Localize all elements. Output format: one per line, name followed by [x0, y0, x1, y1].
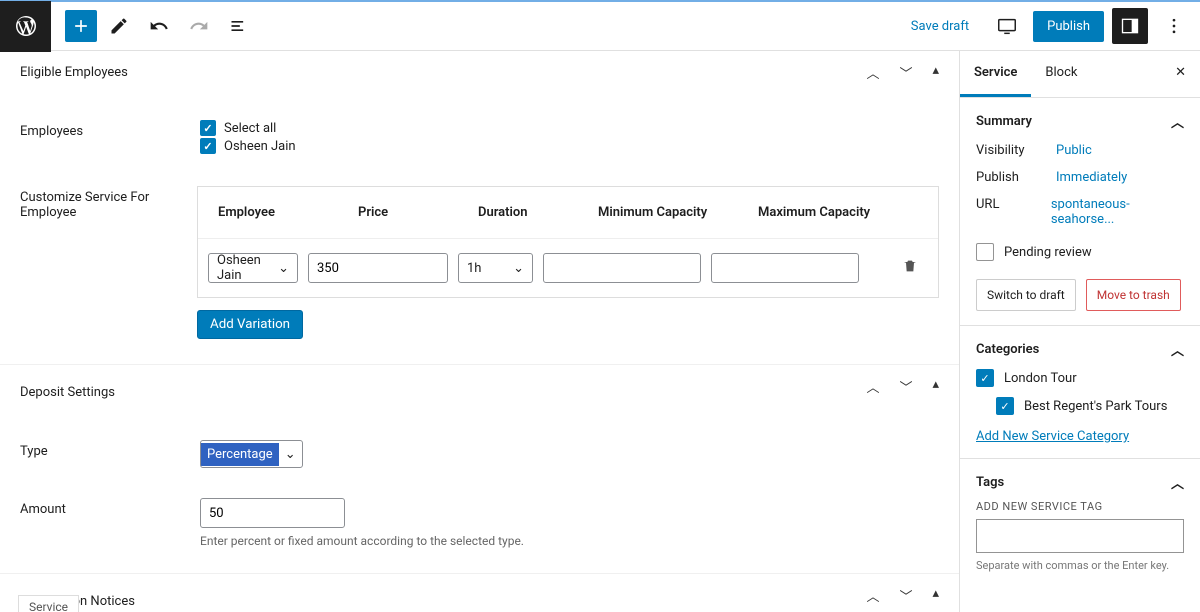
url-label: URL — [976, 197, 1051, 227]
chevron-down-icon: ⌄ — [278, 261, 289, 276]
panel-tags[interactable]: Tags︿ — [976, 473, 1184, 492]
chevron-up-icon: ︿ — [1171, 112, 1184, 131]
trash-icon[interactable] — [902, 258, 918, 278]
publish-label: Publish — [976, 170, 1056, 185]
add-category-link[interactable]: Add New Service Category — [976, 429, 1129, 444]
tab-block[interactable]: Block — [1031, 51, 1091, 97]
chevron-down-icon[interactable]: ﹀ — [899, 377, 912, 396]
category-checkbox[interactable]: ✓London Tour — [976, 369, 1184, 387]
type-select[interactable]: Percentage ⌄ — [200, 440, 303, 468]
add-tag-label: ADD NEW SERVICE TAG — [976, 500, 1184, 513]
edit-icon[interactable] — [101, 8, 137, 44]
triangle-up-icon[interactable]: ▴ — [932, 586, 939, 605]
switch-to-draft-button[interactable]: Switch to draft — [976, 279, 1076, 311]
table-row: Osheen Jain⌄ 1h⌄ — [198, 239, 938, 297]
min-capacity-input[interactable] — [543, 253, 701, 283]
list-view-icon[interactable] — [221, 8, 257, 44]
redo-icon — [181, 8, 217, 44]
select-all-checkbox[interactable]: Select all — [200, 120, 939, 136]
category-checkbox[interactable]: ✓Best Regent's Park Tours — [996, 397, 1184, 415]
add-variation-button[interactable]: Add Variation — [197, 310, 303, 339]
section-eligible-employees: Eligible Employees — [20, 55, 939, 90]
tab-service[interactable]: Service — [960, 51, 1031, 97]
bottom-service-tab[interactable]: Service — [18, 595, 79, 612]
add-block-button[interactable] — [65, 10, 97, 42]
undo-icon[interactable] — [141, 8, 177, 44]
triangle-up-icon[interactable]: ▴ — [932, 377, 939, 396]
chevron-down-icon[interactable]: ﹀ — [899, 586, 912, 605]
triangle-up-icon[interactable]: ▴ — [932, 63, 939, 82]
amount-label: Amount — [20, 498, 200, 517]
tag-input[interactable] — [976, 519, 1184, 553]
type-label: Type — [20, 440, 200, 459]
settings-sidebar: Service Block ✕ Summary︿ VisibilityPubli… — [959, 51, 1200, 612]
price-input[interactable] — [308, 253, 448, 283]
col-price: Price — [358, 205, 478, 220]
col-duration: Duration — [478, 205, 598, 220]
section-deposit-settings: Deposit Settings — [20, 375, 939, 410]
customize-label: Customize Service For Employee — [20, 186, 197, 220]
tag-hint: Separate with commas or the Enter key. — [976, 559, 1184, 572]
preview-icon[interactable] — [989, 8, 1025, 44]
panel-summary[interactable]: Summary︿ — [976, 112, 1184, 131]
employees-label: Employees — [20, 120, 200, 139]
visibility-label: Visibility — [976, 143, 1056, 158]
chevron-up-icon[interactable]: ︿ — [866, 63, 879, 82]
chevron-down-icon: ⌄ — [279, 447, 302, 462]
col-min-capacity: Minimum Capacity — [598, 205, 758, 220]
visibility-value[interactable]: Public — [1056, 143, 1092, 158]
chevron-up-icon: ︿ — [1171, 473, 1184, 492]
move-to-trash-button[interactable]: Move to trash — [1086, 279, 1181, 311]
chevron-down-icon: ⌄ — [513, 261, 524, 276]
panel-categories[interactable]: Categories︿ — [976, 340, 1184, 359]
pending-review-checkbox[interactable]: Pending review — [976, 243, 1184, 261]
wp-logo[interactable] — [0, 1, 51, 52]
chevron-down-icon[interactable]: ﹀ — [899, 63, 912, 82]
publish-value[interactable]: Immediately — [1056, 170, 1127, 185]
col-max-capacity: Maximum Capacity — [758, 205, 918, 220]
duration-select[interactable]: 1h⌄ — [458, 253, 533, 283]
amount-input[interactable] — [200, 498, 345, 528]
url-value[interactable]: spontaneous-seahorse... — [1051, 197, 1184, 227]
chevron-up-icon: ︿ — [1171, 340, 1184, 359]
employee-select[interactable]: Osheen Jain⌄ — [208, 253, 298, 283]
save-draft-button[interactable]: Save draft — [899, 13, 981, 40]
publish-button[interactable]: Publish — [1033, 11, 1104, 42]
top-toolbar: Save draft Publish — [0, 0, 1200, 51]
more-options-icon[interactable] — [1156, 8, 1192, 44]
sidebar-toggle-icon[interactable] — [1112, 8, 1148, 44]
chevron-up-icon[interactable]: ︿ — [866, 377, 879, 396]
max-capacity-input[interactable] — [711, 253, 859, 283]
close-icon[interactable]: ✕ — [1161, 51, 1200, 97]
editor-area: Eligible Employees ︿ ﹀ ▴ Employees Selec… — [0, 51, 959, 612]
chevron-up-icon[interactable]: ︿ — [866, 586, 879, 605]
employee-checkbox[interactable]: Osheen Jain — [200, 138, 939, 154]
amount-hint: Enter percent or fixed amount according … — [200, 534, 939, 548]
employee-table: Employee Price Duration Minimum Capacity… — [197, 186, 939, 298]
section-notifications: Notification Notices — [20, 584, 939, 612]
col-employee: Employee — [218, 205, 358, 220]
